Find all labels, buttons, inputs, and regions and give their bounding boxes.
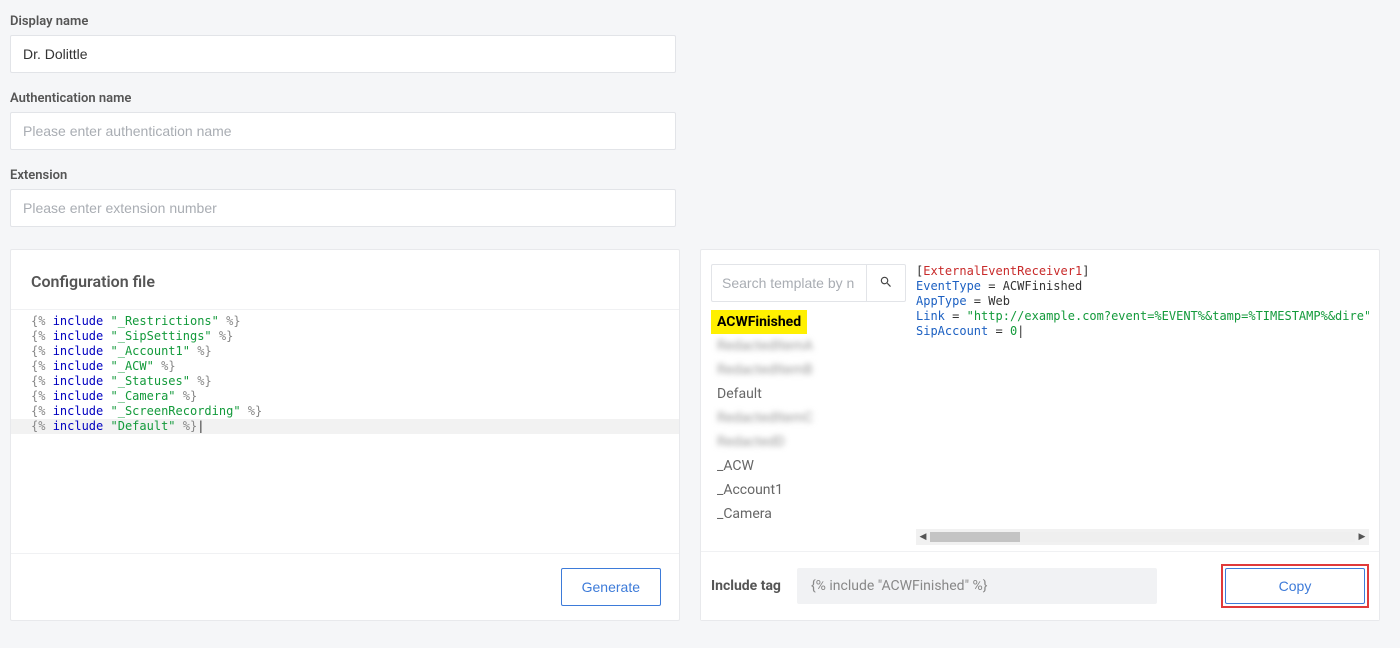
template-item[interactable]: _Account1 <box>711 478 902 502</box>
template-search-input[interactable] <box>711 264 866 302</box>
copy-button-highlight: Copy <box>1221 564 1369 608</box>
config-line[interactable]: {% include "_Restrictions" %} <box>11 314 679 329</box>
search-icon <box>879 275 893 292</box>
auth-name-input[interactable] <box>10 112 676 150</box>
template-item[interactable]: RedactedItemB <box>711 358 902 382</box>
include-tag-label: Include tag <box>711 578 781 594</box>
template-item[interactable]: _Camera <box>711 502 902 526</box>
config-file-title: Configuration file <box>11 250 679 309</box>
template-item[interactable]: ACWFinished <box>711 310 807 334</box>
config-line[interactable]: {% include "_SipSettings" %} <box>11 329 679 344</box>
config-line[interactable]: {% include "_ScreenRecording" %} <box>11 404 679 419</box>
template-preview-code[interactable]: [ExternalEventReceiver1] EventType = ACW… <box>916 264 1369 529</box>
config-file-panel: Configuration file {% include "_Restrict… <box>10 249 680 621</box>
extension-input[interactable] <box>10 189 676 227</box>
config-line[interactable]: {% include "_Statuses" %} <box>11 374 679 389</box>
template-item[interactable]: RedactedItemA <box>711 334 902 358</box>
template-item[interactable]: RedactedItemC <box>711 406 902 430</box>
template-panel: ACWFinishedRedactedItemARedactedItemBDef… <box>700 249 1380 621</box>
config-line[interactable]: {% include "Default" %} <box>11 419 679 434</box>
config-line[interactable]: {% include "_Account1" %} <box>11 344 679 359</box>
template-search-button[interactable] <box>866 264 906 302</box>
template-list[interactable]: ACWFinishedRedactedItemARedactedItemBDef… <box>711 310 906 551</box>
template-item[interactable]: RedactedD <box>711 430 902 454</box>
copy-button[interactable]: Copy <box>1225 568 1365 604</box>
display-name-input[interactable] <box>10 35 676 73</box>
include-tag-readout: {% include "ACWFinished" %} <box>797 568 1157 604</box>
preview-h-scrollbar[interactable]: ◀ ▶ <box>916 529 1369 545</box>
extension-label: Extension <box>10 168 1390 183</box>
display-name-label: Display name <box>10 14 1390 29</box>
template-item[interactable]: Default <box>711 382 902 406</box>
auth-name-label: Authentication name <box>10 91 1390 106</box>
config-file-editor[interactable]: {% include "_Restrictions" %}{% include … <box>11 309 679 553</box>
template-item[interactable]: _ACW <box>711 454 902 478</box>
generate-button[interactable]: Generate <box>561 568 661 606</box>
config-line[interactable]: {% include "_Camera" %} <box>11 389 679 404</box>
config-line[interactable]: {% include "_ACW" %} <box>11 359 679 374</box>
